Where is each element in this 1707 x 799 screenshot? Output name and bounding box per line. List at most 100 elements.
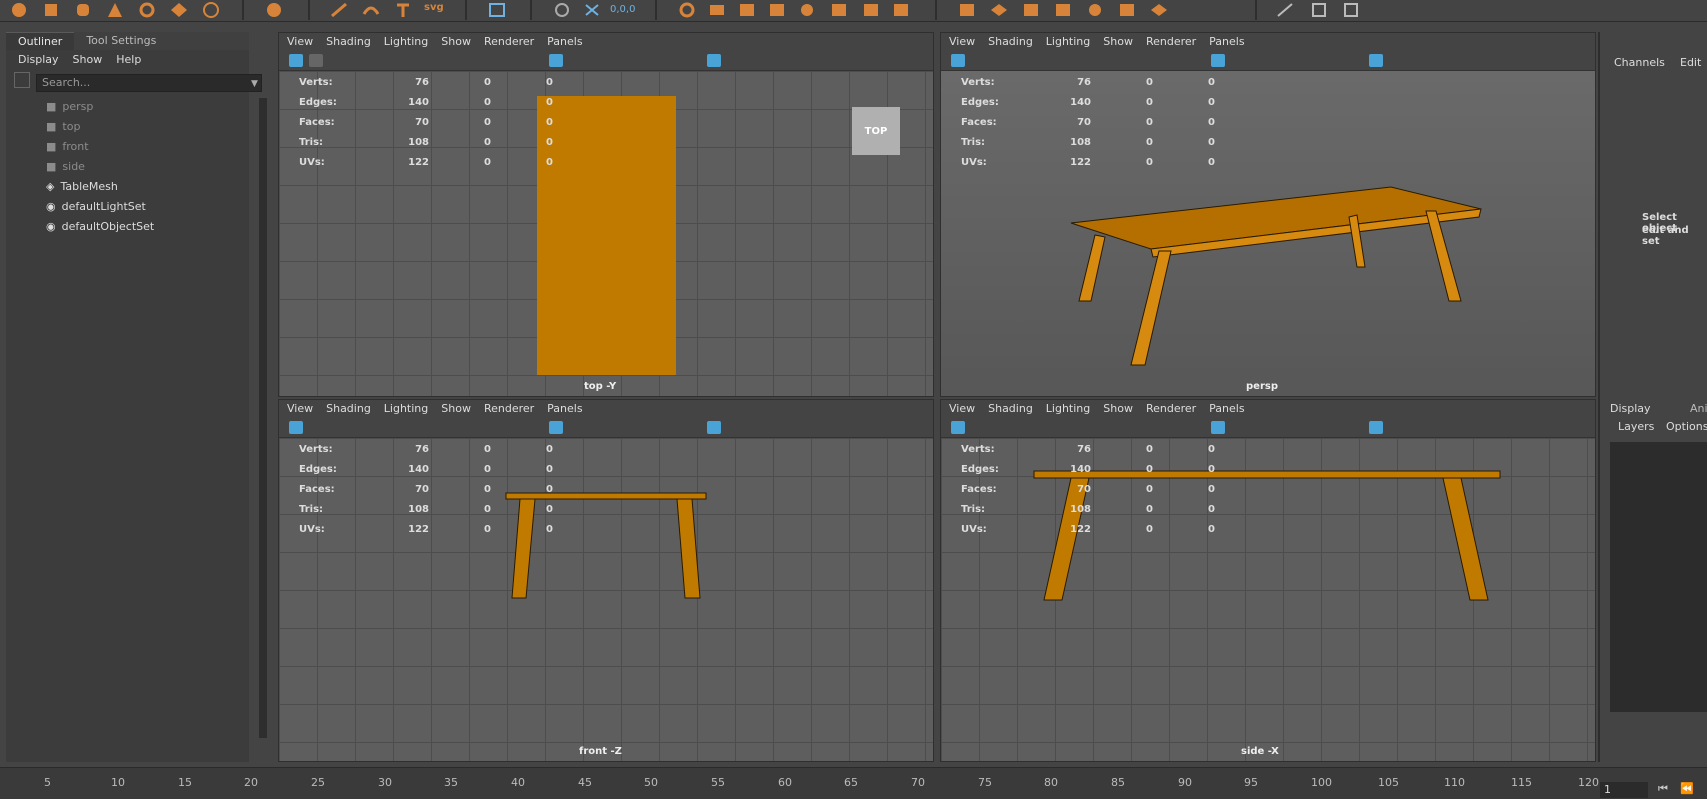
select-camera-icon[interactable]: [289, 54, 303, 67]
layer-icon[interactable]: [708, 2, 726, 18]
grid-toggle-icon[interactable]: [1211, 54, 1225, 67]
vp-menu-lighting[interactable]: Lighting: [384, 35, 428, 49]
grid-icon[interactable]: [488, 2, 506, 18]
vp-menu-renderer[interactable]: Renderer: [484, 35, 534, 49]
timeline[interactable]: 5 10 15 20 25 30 35 40 45 50 55 60 65 70…: [0, 767, 1707, 799]
outliner-item-defaultlightset[interactable]: ◉ defaultLightSet: [46, 196, 154, 216]
vp-menu-renderer[interactable]: Renderer: [484, 402, 534, 416]
multi-cut-icon[interactable]: [990, 2, 1008, 18]
outliner-item-front[interactable]: ■ front: [46, 136, 154, 156]
move-tool-icon[interactable]: [330, 2, 348, 18]
deform-icon[interactable]: [678, 2, 696, 18]
vp-menu-lighting[interactable]: Lighting: [384, 402, 428, 416]
vp-menu-view[interactable]: View: [949, 402, 975, 416]
menu-layers[interactable]: Layers: [1618, 420, 1654, 433]
go-to-start-icon[interactable]: ⏮: [1658, 782, 1668, 796]
sphere-icon[interactable]: [10, 2, 28, 18]
cube-stack-icon[interactable]: [738, 2, 756, 18]
grid-toggle-icon[interactable]: [549, 421, 563, 434]
outliner-scrollbar[interactable]: [259, 98, 267, 738]
grid-toggle-icon[interactable]: [549, 54, 563, 67]
select-camera-icon[interactable]: [951, 54, 965, 67]
viewport-side[interactable]: View Shading Lighting Show Renderer Pane…: [940, 399, 1596, 762]
svg-icon[interactable]: svg: [424, 2, 448, 18]
shaded-icon[interactable]: [707, 54, 721, 67]
vp-menu-show[interactable]: Show: [441, 35, 471, 49]
cylinder-icon[interactable]: [74, 2, 92, 18]
cone-icon[interactable]: [106, 2, 124, 18]
vp-menu-shading[interactable]: Shading: [326, 402, 371, 416]
coordinate-icon[interactable]: 0,0,0: [610, 4, 642, 20]
plane-icon[interactable]: [170, 2, 188, 18]
outliner-item-persp[interactable]: ■ persp: [46, 96, 154, 116]
grid-toggle-icon[interactable]: [1211, 421, 1225, 434]
outliner-item-top[interactable]: ■ top: [46, 116, 154, 136]
shrink-icon[interactable]: [798, 2, 816, 18]
vp-menu-lighting[interactable]: Lighting: [1046, 402, 1090, 416]
table-top-view-mesh[interactable]: [537, 96, 676, 375]
disc-icon[interactable]: [202, 2, 220, 18]
cube-icon[interactable]: [42, 2, 60, 18]
vp-menu-panels[interactable]: Panels: [547, 402, 582, 416]
vp-menu-shading[interactable]: Shading: [988, 35, 1033, 49]
chevron-down-icon[interactable]: ▼: [251, 79, 258, 89]
vp-menu-panels[interactable]: Panels: [547, 35, 582, 49]
outliner-item-defaultobjectset[interactable]: ◉ defaultObjectSet: [46, 216, 154, 236]
viewport-top[interactable]: View Shading Lighting Show Renderer Pane…: [278, 32, 934, 397]
vp-menu-show[interactable]: Show: [1103, 35, 1133, 49]
current-frame-input[interactable]: 1: [1600, 782, 1648, 798]
menu-show[interactable]: Show: [73, 53, 103, 66]
vp-menu-shading[interactable]: Shading: [326, 35, 371, 49]
view-cube[interactable]: TOP: [852, 107, 900, 155]
snap-together-icon[interactable]: [583, 2, 601, 18]
plane-grid-icon[interactable]: [830, 2, 848, 18]
menu-help[interactable]: Help: [116, 53, 141, 66]
text-icon[interactable]: [394, 2, 412, 18]
outliner-item-tablemesh[interactable]: ◈ TableMesh: [46, 176, 154, 196]
vp-menu-shading[interactable]: Shading: [988, 402, 1033, 416]
viewport-persp[interactable]: View Shading Lighting Show Renderer Pane…: [940, 32, 1596, 397]
viewport-front[interactable]: View Shading Lighting Show Renderer Pane…: [278, 399, 934, 762]
vp-menu-renderer[interactable]: Renderer: [1146, 35, 1196, 49]
outliner-search-input[interactable]: Search...: [36, 74, 262, 92]
tab-channels[interactable]: Channels: [1614, 56, 1665, 69]
snap-icon[interactable]: [553, 2, 571, 18]
vp-menu-view[interactable]: View: [949, 35, 975, 49]
tab-display[interactable]: Display: [1610, 402, 1651, 415]
outliner-item-side[interactable]: ■ side: [46, 156, 154, 176]
shaded-icon[interactable]: [1369, 54, 1383, 67]
vp-menu-panels[interactable]: Panels: [1209, 402, 1244, 416]
filter-icon[interactable]: [14, 72, 30, 88]
camera-attributes-icon[interactable]: [309, 54, 323, 67]
extrude-icon[interactable]: [862, 2, 880, 18]
vp-menu-lighting[interactable]: Lighting: [1046, 35, 1090, 49]
target-weld-icon[interactable]: [1022, 2, 1040, 18]
select-camera-icon[interactable]: [951, 421, 965, 434]
torus-icon[interactable]: [138, 2, 156, 18]
pen-icon[interactable]: [1276, 2, 1294, 18]
vp-menu-view[interactable]: View: [287, 402, 313, 416]
shaded-icon[interactable]: [707, 421, 721, 434]
plane-icon[interactable]: [1086, 2, 1104, 18]
step-back-icon[interactable]: ⏪: [1680, 782, 1694, 795]
lattice-icon[interactable]: [768, 2, 786, 18]
vp-menu-show[interactable]: Show: [1103, 402, 1133, 416]
bookend-icon[interactable]: [1310, 2, 1328, 18]
extrude-icon[interactable]: [1118, 2, 1136, 18]
select-camera-icon[interactable]: [289, 421, 303, 434]
menu-display[interactable]: Display: [18, 53, 59, 66]
curve-icon[interactable]: [362, 2, 380, 18]
vp-menu-show[interactable]: Show: [441, 402, 471, 416]
tab-edit[interactable]: Edit: [1680, 56, 1701, 69]
bevel-icon[interactable]: [1150, 2, 1168, 18]
tab-tool-settings[interactable]: Tool Settings: [74, 32, 168, 50]
shaded-icon[interactable]: [1369, 421, 1383, 434]
menu-options[interactable]: Options: [1666, 420, 1707, 433]
bevel-icon[interactable]: [892, 2, 910, 18]
vp-menu-renderer[interactable]: Renderer: [1146, 402, 1196, 416]
square-icon[interactable]: [1342, 2, 1360, 18]
tab-anim[interactable]: Anim: [1690, 402, 1707, 415]
vp-menu-view[interactable]: View: [287, 35, 313, 49]
bridge-icon[interactable]: [958, 2, 976, 18]
tab-outliner[interactable]: Outliner: [6, 32, 75, 50]
